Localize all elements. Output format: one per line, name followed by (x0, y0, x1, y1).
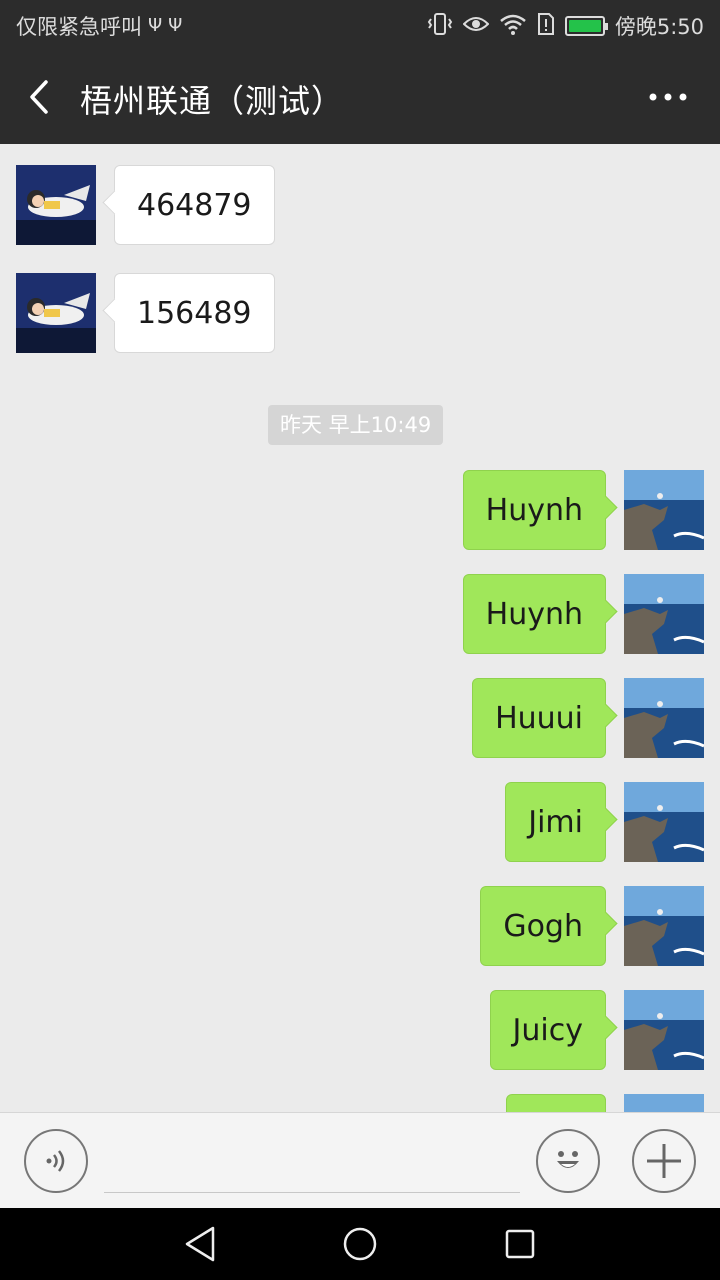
message-bubble[interactable]: Huuui (472, 678, 606, 758)
message-row-outgoing: Huynh (384, 574, 704, 654)
message-bubble[interactable]: 464879 (114, 165, 275, 245)
my-avatar[interactable] (624, 1094, 704, 1112)
message-bubble[interactable]: Jimi (505, 782, 606, 862)
my-avatar[interactable] (624, 990, 704, 1070)
message-row-outgoing: Jimi (384, 782, 704, 862)
message-row-outgoing: Gogh (384, 886, 704, 966)
contact-avatar[interactable] (16, 165, 96, 245)
status-left: 仅限紧急呼叫 Ψ Ψ (16, 11, 182, 41)
status-right: 傍晚5:50 (427, 11, 704, 41)
message-input[interactable] (104, 1135, 520, 1193)
contact-avatar[interactable] (16, 273, 96, 353)
carrier-text: 仅限紧急呼叫 (16, 15, 142, 39)
message-row-outgoing (384, 1094, 704, 1112)
voice-icon (46, 1150, 65, 1172)
back-button[interactable] (14, 72, 64, 122)
plus-icon (647, 1144, 681, 1178)
message-bubble[interactable] (506, 1094, 606, 1112)
plus-button[interactable] (632, 1129, 696, 1193)
message-row-outgoing: Huuui (384, 678, 704, 758)
message-bubble[interactable]: Huynh (462, 470, 606, 550)
more-dots-icon (649, 93, 687, 101)
chevron-left-icon (30, 80, 48, 114)
status-bar: 仅限紧急呼叫 Ψ Ψ 傍晚5:50 (0, 0, 720, 50)
nav-recent-icon (505, 1229, 535, 1259)
timestamp-label: 昨天 早上10:49 (268, 405, 444, 445)
clock-text: 傍晚5:50 (614, 15, 704, 39)
nav-recent-button[interactable] (500, 1224, 540, 1264)
usb-icon: Ψ (148, 15, 163, 36)
nav-back-icon (185, 1226, 215, 1262)
system-nav-bar (0, 1208, 720, 1280)
vibrate-icon (427, 12, 453, 41)
message-bubble[interactable]: Juicy (489, 990, 606, 1070)
message-bubble[interactable]: 156489 (114, 273, 275, 353)
message-bubble[interactable]: Huynh (462, 574, 606, 654)
my-avatar[interactable] (624, 574, 704, 654)
wifi-icon (499, 13, 527, 40)
voice-button[interactable] (24, 1129, 88, 1193)
usb-icon: Ψ (168, 15, 183, 36)
message-row-incoming: 156489 (16, 273, 276, 353)
chat-header: 梧州联通（测试） (0, 50, 720, 144)
message-row-outgoing: Huynh (384, 470, 704, 550)
more-button[interactable] (638, 74, 698, 120)
eye-icon (462, 14, 490, 39)
battery-icon (564, 16, 608, 36)
nav-back-button[interactable] (180, 1224, 220, 1264)
message-bubble[interactable]: Gogh (480, 886, 606, 966)
message-row-outgoing: Juicy (384, 990, 704, 1070)
input-bar (0, 1112, 720, 1208)
nav-home-icon (343, 1227, 377, 1261)
my-avatar[interactable] (624, 678, 704, 758)
page-title: 梧州联通（测试） (80, 82, 345, 120)
my-avatar[interactable] (624, 470, 704, 550)
nav-home-button[interactable] (340, 1224, 380, 1264)
sim-alert-icon (537, 12, 555, 41)
my-avatar[interactable] (624, 886, 704, 966)
emoji-button[interactable] (536, 1129, 600, 1193)
my-avatar[interactable] (624, 782, 704, 862)
message-list[interactable]: 464879 156489 昨天 早上10:49 Huynh Huynh Huu… (0, 144, 720, 1112)
message-row-incoming: 464879 (16, 165, 276, 245)
emoji-icon (557, 1151, 579, 1168)
